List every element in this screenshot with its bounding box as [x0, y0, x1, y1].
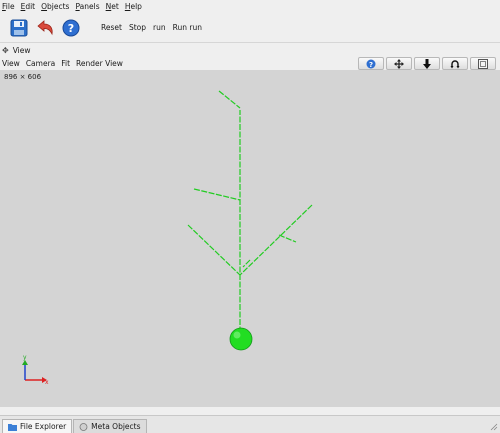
- axes-gizmo: x y: [22, 354, 49, 386]
- bottom-tab-bar: File Explorer Meta Objects: [0, 415, 500, 433]
- down-arrow-icon: [423, 58, 431, 69]
- menu-panels[interactable]: Panels: [75, 2, 99, 11]
- rotate-button[interactable]: [442, 57, 468, 70]
- tree-skeleton: [187, 90, 313, 340]
- folder-icon: [8, 423, 17, 431]
- dock-handle-icon[interactable]: ✥: [2, 46, 9, 55]
- tab-meta-objects-label: Meta Objects: [91, 422, 141, 431]
- undo-icon[interactable]: [34, 17, 56, 39]
- move-button[interactable]: [386, 57, 412, 70]
- right-branch: [239, 204, 313, 276]
- menu-file[interactable]: File: [2, 2, 15, 11]
- menu-edit[interactable]: Edit: [21, 2, 36, 11]
- menu-objects[interactable]: Objects: [41, 2, 69, 11]
- view-dock-title[interactable]: ✥ View: [0, 44, 500, 56]
- right-twig: [278, 234, 297, 243]
- top-branch: [218, 90, 241, 109]
- view-menu-bar: View Camera Fit Render View ?: [0, 56, 500, 70]
- reset-button[interactable]: Reset: [101, 23, 122, 32]
- help-icon: ?: [366, 59, 376, 69]
- menu-help[interactable]: Help: [125, 2, 142, 11]
- cube-icon: [79, 422, 88, 431]
- svg-text:?: ?: [68, 22, 74, 35]
- tab-file-explorer-label: File Explorer: [20, 422, 67, 431]
- scene-canvas[interactable]: x y: [0, 70, 500, 407]
- view-tools: ?: [356, 57, 496, 70]
- main-toolbar: ? Reset Stop run Run run: [0, 13, 500, 43]
- menu-bar: File Edit Objects Panels Net Help: [0, 0, 500, 13]
- stop-button[interactable]: Stop: [129, 23, 146, 32]
- svg-text:?: ?: [369, 61, 373, 69]
- tab-meta-objects[interactable]: Meta Objects: [73, 419, 147, 433]
- view-menu-view[interactable]: View: [2, 59, 20, 68]
- screenshot-icon: [478, 58, 488, 69]
- screenshot-button[interactable]: [470, 57, 496, 70]
- lower-left-branch: [187, 224, 241, 276]
- run-button[interactable]: run: [153, 23, 166, 32]
- view-title: View: [12, 45, 31, 55]
- resize-grip-icon[interactable]: [490, 423, 498, 431]
- upper-left-branch: [193, 188, 241, 201]
- root-sphere: [229, 327, 253, 351]
- move-icon: [394, 58, 404, 69]
- tab-file-explorer[interactable]: File Explorer: [2, 419, 73, 433]
- view-menu-camera[interactable]: Camera: [26, 59, 55, 68]
- axis-y-label: y: [23, 354, 27, 361]
- view-menu-render-view[interactable]: Render View: [76, 59, 123, 68]
- menu-net[interactable]: Net: [106, 2, 119, 11]
- render-viewport[interactable]: 896 × 606 x y: [0, 70, 500, 407]
- view-menu-fit[interactable]: Fit: [61, 59, 70, 68]
- help-icon[interactable]: ?: [60, 17, 82, 39]
- run-run-button[interactable]: Run run: [173, 23, 202, 32]
- save-icon[interactable]: [8, 17, 30, 39]
- rotate-icon: [450, 59, 460, 68]
- view-help-button[interactable]: ?: [358, 57, 384, 70]
- down-arrow-button[interactable]: [414, 57, 440, 70]
- axis-x-label: x: [45, 379, 49, 386]
